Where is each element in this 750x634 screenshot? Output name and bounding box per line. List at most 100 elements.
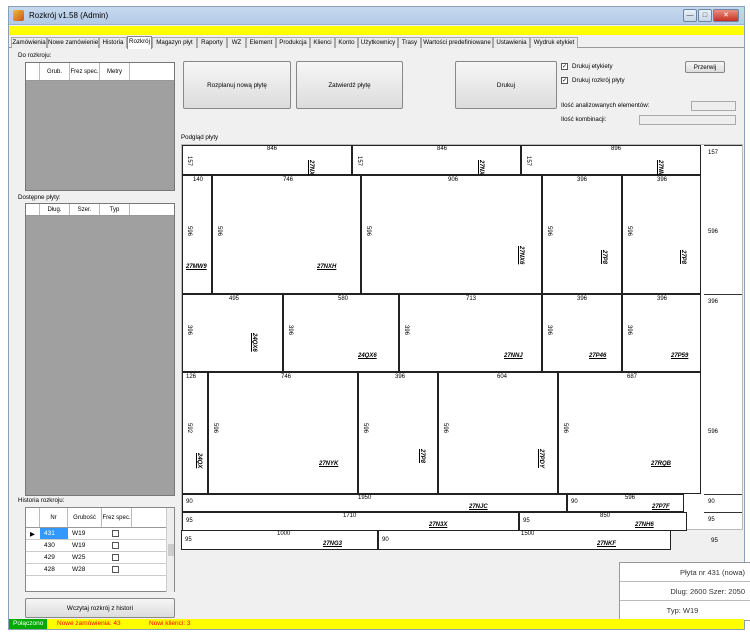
piece-height: 596 [442,423,448,434]
frez-checkbox[interactable] [112,566,119,573]
piece-id: 27P8 [601,250,607,265]
piece-width: 687 [627,374,638,380]
piece-id: 27N3X [429,522,448,528]
maximize-button[interactable]: □ [698,9,712,22]
piece-height: 596 [562,423,568,434]
col-nr[interactable]: Nr [40,508,68,527]
cut-piece: 846 157 27NX62 [182,145,352,182]
drukuj-rozkroj-label: Drukuj rozkrój płyty [572,77,625,84]
piece-height: 396 [403,325,409,336]
cut-piece: 1950 90 27NJC [182,494,567,512]
tab-raporty[interactable]: Raporty [197,37,227,48]
table-row[interactable]: 430 W19 [26,540,166,552]
cut-piece: 396 596 27P8 [542,175,622,294]
piece-id: 27P7F [652,504,670,510]
zatwierdz-button[interactable]: Zatwierdź płytę [296,61,403,109]
row-height-label: 157 [704,145,742,175]
grid-header-corner [26,204,40,215]
col-szer[interactable]: Szer. [70,204,100,215]
close-button[interactable]: ✕ [713,9,739,22]
new-clients-status: Nowi klienci: 3 [149,620,191,627]
col-grub[interactable]: Grub. [40,63,70,80]
col-frez-spec[interactable]: Frez spec. [102,508,132,527]
piece-height: 157 [186,156,192,167]
piece-id: 27NXH [317,264,337,270]
tab-produkcja[interactable]: Produkcja [276,37,310,48]
tab-zamowienia[interactable]: Zamówienia [11,37,47,48]
drukuj-rozkroj-checkbox[interactable]: ✓ [561,77,568,84]
plyta-type: Typ: W19 [666,606,699,615]
table-row[interactable]: ▶ 431 W19 [26,528,166,540]
tab-konto[interactable]: Konto [335,37,358,48]
historia-grid[interactable]: Nr Grubość Frez spec. ▶ 431 W19 430 W19 … [25,507,175,592]
piece-height: 396 [186,325,192,336]
frez-checkbox[interactable] [112,542,119,549]
piece-id: 27NX6 [518,246,524,265]
piece-height: 596 [626,226,632,237]
frez-checkbox[interactable] [112,554,119,561]
piece-height: 396 [287,325,293,336]
tab-klienci[interactable]: Klienci [310,37,335,48]
piece-width: 604 [497,374,508,380]
sheet-info-panel: Płyta nr 431 (nowa) Dlug: 2600 Szer: 205… [619,562,750,621]
piece-id: 27NNJ [504,353,523,359]
piece-height: 596 [365,226,371,237]
piece-width: 713 [466,296,477,302]
tab-rozkroj[interactable]: Rozkrój [127,36,152,49]
col-typ[interactable]: Typ [100,204,130,215]
col-grubosc[interactable]: Grubość [68,508,102,527]
minimize-button[interactable]: — [683,9,697,22]
tab-trasy[interactable]: Trasy [398,37,421,48]
piece-width: 746 [281,374,292,380]
piece-id: 27MW9 [186,264,207,270]
col-dlug[interactable]: Dług. [40,204,70,215]
history-scrollbar[interactable] [166,508,174,592]
wczytaj-button[interactable]: Wczytaj rozkrój z histori [25,598,175,618]
piece-id: 27NKF [597,541,617,547]
tab-magazyn-plyt[interactable]: Magazyn płyt [152,37,197,48]
plyta-number: Płyta nr 431 (nowa) [620,563,750,582]
piece-width: 896 [611,146,622,152]
tab-historia[interactable]: Historia [99,37,127,48]
table-row[interactable]: 429 W25 [26,552,166,564]
piece-height: 95 [185,537,192,543]
piece-height: 157 [525,156,531,167]
piece-width: 1710 [343,513,357,519]
col-metry[interactable]: Metry [100,63,130,80]
piece-height: 596 [216,226,222,237]
col-frez-spec[interactable]: Frez spec. [70,63,100,80]
row-height-label: 596 [708,229,719,235]
cut-piece: 687 596 27RQB [558,372,701,494]
tab-wydruk-etykiet[interactable]: Wydruk etykiet [530,37,578,48]
do-rozkroju-grid[interactable]: Grub. Frez spec. Metry [25,62,175,191]
ilosc-kombinacji-field[interactable] [639,115,736,125]
tab-wartosci-predefiniowane[interactable]: Wartości predefiniowane [421,37,493,48]
row-height-label: 596 [708,429,719,435]
piece-height: 592 [186,423,192,434]
cut-piece: 906 596 27NX6 [361,175,542,294]
drukuj-button[interactable]: Drukuj [455,61,557,109]
frez-checkbox[interactable] [112,530,119,537]
piece-id: 27NH6 [635,522,654,528]
piece-id: 27NJC [469,504,488,510]
new-orders-status: Nowe zamówienia: 43 [57,620,121,627]
rozplanuj-button[interactable]: Rozplanuj nową płytę [183,61,291,109]
piece-id: 27P59 [671,353,689,359]
przerwij-button[interactable]: Przerwij [685,61,725,73]
piece-width: 850 [600,513,611,519]
tab-uzytkownicy[interactable]: Użytkownicy [358,37,398,48]
table-row[interactable]: 428 W28 [26,564,166,576]
tab-element[interactable]: Element [246,37,276,48]
tab-wz[interactable]: WZ [227,37,246,48]
tab-ustawienia[interactable]: Ustawienia [493,37,530,48]
ilosc-analizowanych-field[interactable] [691,101,736,111]
row-height-label: 90 [704,494,742,512]
tab-nowe-zamowienie[interactable]: Nowe zamówienie [47,37,99,48]
piece-height: 396 [626,325,632,336]
dostepne-plyty-grid[interactable]: Dług. Szer. Typ [25,203,175,496]
piece-height: 95 [186,518,193,524]
piece-id: 27PDY [538,449,544,469]
row-height-label: 95 [704,512,742,531]
drukuj-etykiety-checkbox[interactable]: ✓ [561,63,568,70]
scroll-thumb[interactable] [168,544,174,556]
